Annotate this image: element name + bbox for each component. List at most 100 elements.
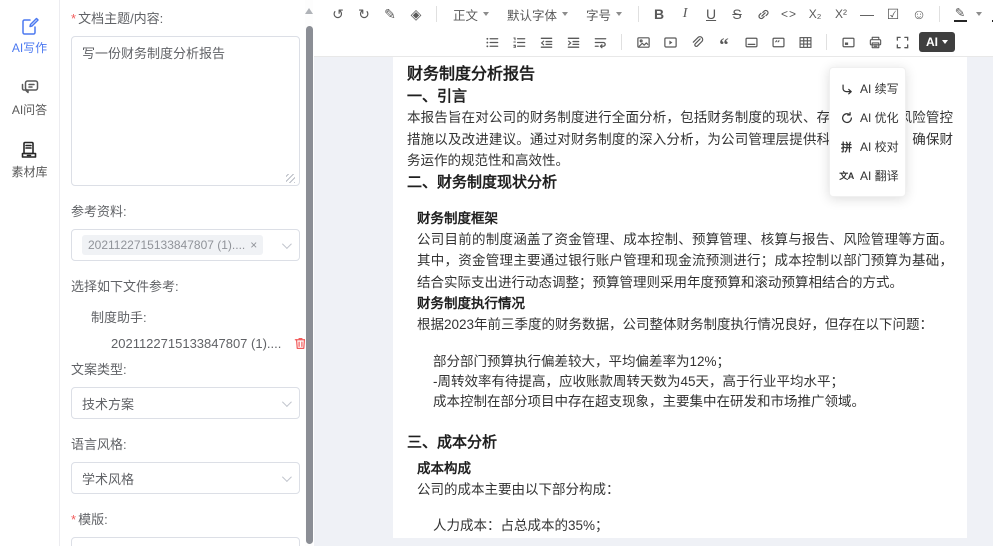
topic-input[interactable]: 写一份财务制度分析报告	[71, 36, 300, 186]
sidebar-item-material-library[interactable]: 素材库	[11, 140, 47, 180]
selected-file-row: 2021122715133847807 (1)....	[111, 336, 298, 351]
indent-icon[interactable]	[563, 31, 583, 53]
reference-file-tag: 2021122715133847807 (1).... ×	[82, 235, 263, 255]
insert-image-icon[interactable]	[633, 31, 653, 53]
copy-type-label: 文案类型:	[71, 359, 298, 378]
topic-label: *文档主题/内容:	[71, 8, 298, 27]
chevron-down-icon	[616, 12, 622, 16]
horizontal-rule-icon[interactable]: —	[857, 3, 877, 25]
sidebar-item-ai-qa[interactable]: AI问答	[12, 78, 47, 118]
attachment-icon[interactable]	[687, 31, 707, 53]
chevron-down-icon	[562, 12, 568, 16]
redo-icon[interactable]: ↻	[354, 3, 374, 25]
chevron-down-icon	[942, 40, 948, 44]
template-select[interactable]: 通用模板	[71, 537, 300, 546]
template-label: *模版:	[71, 509, 298, 528]
menu-item-ai-continue[interactable]: AI 续写	[830, 74, 905, 103]
code-block-icon[interactable]	[768, 31, 788, 53]
subscript-button[interactable]: X₂	[805, 3, 825, 25]
file-ref-label: 选择如下文件参考:	[71, 276, 298, 295]
sidebar-item-ai-writing[interactable]: AI写作	[12, 16, 47, 56]
subheading-execution: 财务制度执行情况	[417, 293, 953, 314]
reference-select[interactable]: 2021122715133847807 (1).... ×	[71, 229, 300, 261]
text-wrap-icon[interactable]	[590, 31, 610, 53]
ordered-list-icon[interactable]	[509, 31, 529, 53]
divider-block-icon[interactable]	[741, 31, 761, 53]
proofread-icon: 拼	[839, 139, 854, 154]
ai-dropdown-menu: AI 续写 AI 优化 拼 AI 校对 文A AI 翻译	[829, 67, 906, 197]
chat-bubbles-icon	[20, 78, 40, 98]
toolbar-divider	[826, 34, 827, 50]
subheading-cost-structure: 成本构成	[417, 458, 953, 479]
copy-type-select[interactable]: 技术方案	[71, 387, 300, 419]
chevron-down-icon	[282, 397, 292, 407]
insert-video-icon[interactable]	[660, 31, 680, 53]
document-pen-icon	[20, 16, 40, 36]
form-panel-scrollbar[interactable]	[305, 0, 313, 546]
chevron-down-icon	[483, 12, 489, 16]
scrollbar-thumb[interactable]	[306, 26, 313, 544]
italic-button[interactable]: I	[675, 3, 695, 25]
selected-file-name: 2021122715133847807 (1)....	[111, 336, 281, 351]
continue-writing-icon	[839, 81, 854, 96]
superscript-button[interactable]: X²	[831, 3, 851, 25]
canvas-bottom-margin	[314, 540, 993, 546]
menu-item-ai-translate[interactable]: 文A AI 翻译	[830, 161, 905, 190]
required-asterisk: *	[71, 11, 76, 26]
blockquote-icon[interactable]: “	[714, 31, 734, 53]
required-asterisk: *	[71, 512, 76, 527]
ai-menu-button[interactable]: AI	[919, 32, 955, 52]
tag-close-icon[interactable]: ×	[250, 239, 257, 251]
sidebar-item-label: AI问答	[12, 101, 47, 118]
toolbar-divider	[621, 34, 622, 50]
style-label: 语言风格:	[71, 434, 298, 453]
format-painter-icon[interactable]: ✎	[380, 3, 400, 25]
inline-code-icon[interactable]: <>	[779, 3, 799, 25]
outdent-icon[interactable]	[536, 31, 556, 53]
strikethrough-button[interactable]: S	[727, 3, 747, 25]
clear-format-icon[interactable]: ◈	[406, 3, 426, 25]
editor-toolbar: ↺ ↻ ✎ ◈ 正文 默认字体 字号 B I U S <> X₂ X² —	[314, 0, 993, 57]
font-family-dropdown[interactable]: 默认字体	[501, 3, 574, 25]
toolbar-divider	[638, 6, 639, 22]
optimize-refresh-icon	[839, 110, 854, 125]
menu-item-ai-proofread[interactable]: 拼 AI 校对	[830, 132, 905, 161]
bold-button[interactable]: B	[649, 3, 669, 25]
page-preview-icon[interactable]	[838, 31, 858, 53]
assistant-label: 制度助手:	[91, 307, 298, 326]
emoji-icon[interactable]: ☺	[909, 3, 929, 25]
translate-icon: 文A	[839, 168, 854, 183]
library-icon	[19, 140, 39, 160]
menu-item-ai-optimize[interactable]: AI 优化	[830, 103, 905, 132]
reference-label: 参考资料:	[71, 201, 298, 220]
sidebar-item-label: 素材库	[11, 163, 47, 180]
chevron-down-icon	[282, 239, 292, 249]
textarea-resize-handle[interactable]	[286, 174, 295, 183]
generation-form: *文档主题/内容: 写一份财务制度分析报告 参考资料: 202112271513…	[61, 0, 304, 546]
font-size-dropdown[interactable]: 字号	[580, 3, 628, 25]
chevron-down-icon	[282, 472, 292, 482]
highlight-color-button[interactable]: ✎	[950, 3, 970, 25]
scroll-up-arrow-icon[interactable]	[305, 8, 313, 14]
paragraph-style-dropdown[interactable]: 正文	[447, 3, 495, 25]
undo-icon[interactable]: ↺	[328, 3, 348, 25]
cost-item: 人力成本：占总成本的35%；	[433, 516, 953, 536]
toolbar-divider	[939, 6, 940, 22]
underline-button[interactable]: U	[701, 3, 721, 25]
font-color-button[interactable]: A	[988, 3, 993, 25]
todo-checkbox-icon[interactable]: ☑	[883, 3, 903, 25]
toolbar-divider	[436, 6, 437, 22]
sidebar-item-label: AI写作	[12, 39, 47, 56]
issue-item: -周转效率有待提高，应收账款周转天数为45天，高于行业平均水平；	[433, 372, 953, 392]
link-icon[interactable]	[753, 3, 773, 25]
bullet-list-icon[interactable]	[482, 31, 502, 53]
subheading-framework: 财务制度框架	[417, 208, 953, 229]
section-heading-cost: 三、成本分析	[407, 432, 953, 453]
chevron-down-icon[interactable]	[976, 12, 982, 16]
style-select[interactable]: 学术风格	[71, 462, 300, 494]
issue-item: 成本控制在部分项目中存在超支现象，主要集中在研发和市场推广领域。	[433, 392, 953, 412]
print-icon[interactable]	[865, 31, 885, 53]
insert-table-icon[interactable]	[795, 31, 815, 53]
fullscreen-icon[interactable]	[892, 31, 912, 53]
framework-paragraph: 公司目前的制度涵盖了资金管理、成本控制、预算管理、核算与报告、风险管理等方面。其…	[417, 229, 953, 294]
